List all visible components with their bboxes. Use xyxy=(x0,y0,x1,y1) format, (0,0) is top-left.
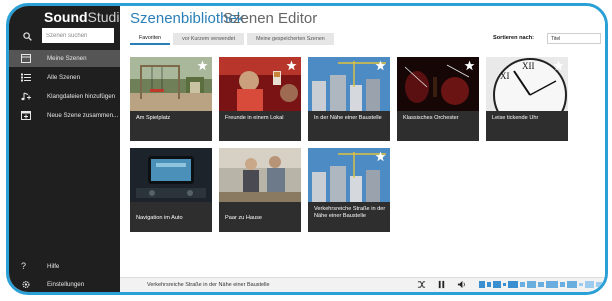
scene-image-car-navigation xyxy=(130,148,212,202)
sidebar-item-meine-szenen[interactable]: Meine Szenen xyxy=(9,50,120,67)
new-scene-icon xyxy=(21,111,31,120)
scene-caption: Klassisches Orchester xyxy=(403,115,459,121)
scene-caption: Navigation im Auto xyxy=(136,215,183,221)
sidebar-item-alle-szenen[interactable]: Alle Szenen xyxy=(9,69,120,86)
scene-card[interactable]: In der Nähe einer Baustelle xyxy=(308,57,390,141)
scene-card[interactable]: Verkehrsreiche Straße in der Nähe einer … xyxy=(308,148,390,232)
shuffle-icon[interactable] xyxy=(417,280,426,289)
editor-link[interactable]: Szenen Editor xyxy=(223,10,317,27)
settings-icon xyxy=(22,280,30,288)
tab-bar: Favoriten vor Kurzem verwendet Meine ges… xyxy=(130,33,337,45)
sidebar-item-label: Einstellungen xyxy=(47,280,85,288)
player-bar: Verkehrsreiche Straße in der Nähe einer … xyxy=(120,277,605,292)
sort-label: Sortieren nach: xyxy=(493,35,535,41)
scene-card[interactable]: XI XII Leise tickende Uhr xyxy=(486,57,568,141)
search-icon[interactable] xyxy=(23,32,32,41)
favorite-star-icon[interactable] xyxy=(286,60,297,71)
favorite-star-icon[interactable] xyxy=(375,151,386,162)
scene-caption: Freunde in einem Lokal xyxy=(225,115,284,121)
scene-caption: Am Spielplatz xyxy=(136,115,171,121)
scene-card[interactable]: Paar zu Hause xyxy=(219,148,301,232)
scenes-icon xyxy=(21,54,31,63)
scene-card[interactable]: Navigation im Auto xyxy=(130,148,212,232)
scene-image-couple-home xyxy=(219,148,301,202)
sidebar-item-label: Meine Szenen xyxy=(47,55,87,62)
app-window: SoundStudio Meine Szenen Alle Szenen xyxy=(6,3,608,295)
search-input[interactable] xyxy=(42,28,114,43)
tab-vor-kurzem[interactable]: vor Kurzem verwendet xyxy=(173,33,245,45)
scene-caption: Verkehrsreiche Straße in der Nähe einer … xyxy=(314,206,386,219)
svg-text:XI: XI xyxy=(500,71,510,81)
scene-card[interactable]: Klassisches Orchester xyxy=(397,57,479,141)
music-note-icon xyxy=(21,92,31,101)
brand-name-bold: Sound xyxy=(44,9,88,25)
favorite-star-icon[interactable] xyxy=(197,60,208,71)
sidebar-item-neue-szene[interactable]: Neue Szene zusammen... xyxy=(9,107,120,124)
svg-text:XII: XII xyxy=(522,61,535,71)
favorite-star-icon[interactable] xyxy=(375,60,386,71)
app-logo: SoundStudio xyxy=(44,9,127,25)
sidebar-item-klangdateien[interactable]: Klangdateien hinzufügen xyxy=(9,88,120,105)
pause-icon[interactable] xyxy=(437,280,446,289)
scene-caption: Leise tickende Uhr xyxy=(492,115,539,121)
favorite-star-icon[interactable] xyxy=(464,60,475,71)
sort-value: Titel xyxy=(551,35,561,42)
sidebar-item-label: Hilfe xyxy=(47,262,60,270)
tab-gespeichert[interactable]: Meine gespeicherten Szenen xyxy=(247,33,334,45)
sort-select[interactable]: Titel xyxy=(547,33,601,44)
sidebar: SoundStudio Meine Szenen Alle Szenen xyxy=(9,6,127,292)
favorite-star-icon[interactable] xyxy=(553,60,564,71)
waveform[interactable] xyxy=(479,280,608,289)
volume-icon[interactable] xyxy=(457,280,466,289)
scene-card[interactable]: Am Spielplatz xyxy=(130,57,212,141)
sidebar-item-label: Klangdateien hinzufügen xyxy=(47,93,116,100)
main-content: Szenenbibliothek Szenen Editor Favoriten… xyxy=(120,6,605,292)
sidebar-item-label: Neue Szene zusammen... xyxy=(47,112,119,119)
tab-favoriten[interactable]: Favoriten xyxy=(130,33,171,45)
scene-card[interactable]: Freunde in einem Lokal xyxy=(219,57,301,141)
scene-caption: Paar zu Hause xyxy=(225,215,263,221)
sidebar-item-label: Alle Szenen xyxy=(47,74,81,81)
scene-caption: In der Nähe einer Baustelle xyxy=(314,115,382,121)
help-icon: ? xyxy=(21,260,27,271)
list-icon xyxy=(21,73,31,82)
sidebar-item-hilfe[interactable]: ? Hilfe xyxy=(9,258,120,274)
sidebar-item-einstellungen[interactable]: Einstellungen xyxy=(9,276,120,292)
now-playing-text: Verkehrsreiche Straße in der Nähe einer … xyxy=(147,282,270,288)
